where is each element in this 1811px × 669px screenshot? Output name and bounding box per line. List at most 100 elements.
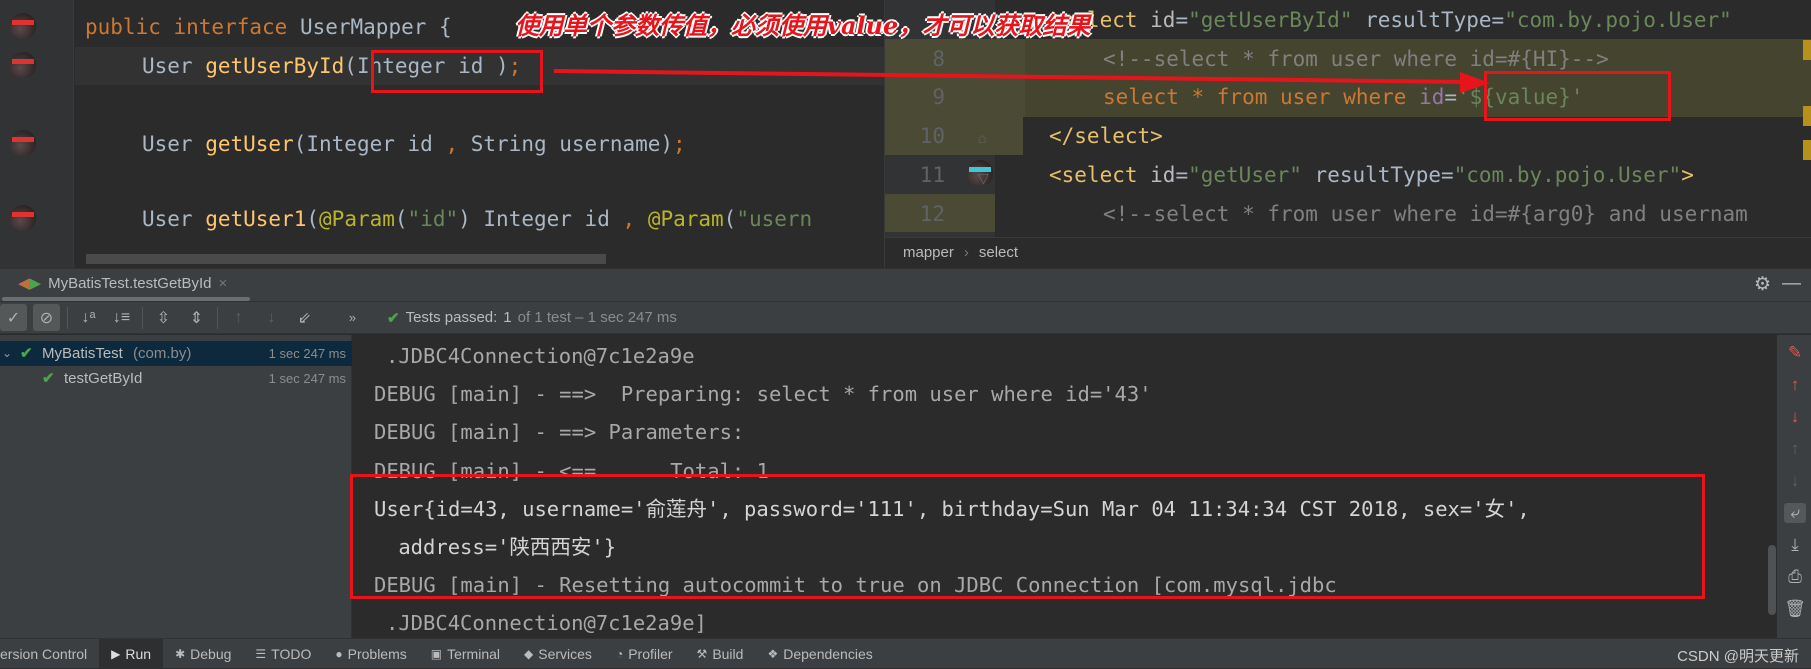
watermark: CSDN @明天更新 (1677, 648, 1799, 665)
tab-label: Dependencies (783, 645, 873, 662)
toolbar-tab-terminal[interactable]: ▣ Terminal (419, 639, 512, 669)
code-token: User (142, 207, 206, 231)
tab-label: Build (712, 645, 744, 662)
line-number: 12 (919, 201, 945, 226)
tab-label: TODO (271, 645, 312, 662)
sort-by-duration-button[interactable]: ↓≡ (108, 304, 135, 331)
test-run-icon: ◀▶ (18, 275, 42, 292)
toolbar-tab-ersion-control[interactable]: ersion Control (0, 639, 99, 669)
code-token: ( (394, 207, 408, 231)
tool-window-tabs: ◀▶ MyBatisTest.testGetById × ⚙ — (0, 268, 1811, 301)
sort-alphabetically-button[interactable]: ↓ᵃ (75, 304, 102, 331)
divider (217, 306, 218, 329)
gear-icon[interactable]: ⚙ (1754, 273, 1771, 296)
annotation-arrow (553, 69, 1490, 93)
horizontal-scrollbar[interactable] (86, 254, 606, 264)
services-icon: ◆ (524, 646, 534, 661)
tab-label: Problems (347, 645, 407, 662)
tab-label: Services (538, 645, 592, 662)
tab-label: MyBatisTest.testGetById (48, 274, 212, 292)
chevron-right-icon: › (963, 244, 969, 261)
close-icon[interactable]: × (218, 275, 227, 292)
code-token: ) Integer id (458, 207, 623, 231)
console-line: DEBUG [main] - ==> Preparing: select * f… (374, 382, 1152, 407)
tool-window-bar: ersion Control ▶ Run ✱ Debug ☰ TODO ● Problems ▣ T… (0, 638, 1811, 669)
status-detail: of 1 test – 1 sec 247 ms (517, 309, 677, 326)
console-line: .JDBC4Connection@7c1e2a9e] (386, 611, 707, 636)
toolbar-tab-services[interactable]: ◆ Services (512, 639, 604, 669)
tree-item-method[interactable]: ✔ testGetById 1 sec 247 ms (0, 366, 352, 391)
code-line[interactable]: <!--select * from user where id=#{arg0} … (1103, 195, 1748, 233)
console-line: .JDBC4Connection@7c1e2a9e (386, 344, 695, 368)
terminal-icon: ▣ (430, 646, 443, 661)
chevron-down-icon[interactable]: ⌄ (2, 341, 12, 366)
tree-item-class[interactable]: ⌄ ✔ MyBatisTest (com.by) 1 sec 247 ms (0, 341, 352, 366)
passed-count: 1 (503, 309, 512, 326)
show-ignored-button[interactable]: ⊘ (33, 304, 60, 331)
code-token: ( (723, 207, 737, 231)
tab-label: ersion Control (0, 645, 88, 662)
tab-label: Debug (190, 645, 232, 662)
toolbar-tab-build[interactable]: ⚒ Build (685, 639, 756, 669)
edit-config-icon[interactable]: ✎ (1784, 343, 1806, 363)
code-line[interactable]: User getUser1(@Param("id") Integer id , … (142, 200, 812, 238)
tree-package: (com.by) (133, 345, 192, 362)
soft-wrap-icon[interactable]: ⤶ (1784, 503, 1806, 523)
up-arrow-icon[interactable]: ↑ (1784, 439, 1806, 459)
annotation-box-result (350, 474, 1705, 599)
mybatis-navigate-icon[interactable] (10, 205, 36, 231)
list-icon: ☰ (255, 646, 267, 661)
toolbar-tab-todo[interactable]: ☰ TODO (243, 639, 323, 669)
previous-failed-button[interactable]: ↑ (225, 304, 252, 331)
tab-run-config[interactable]: ◀▶ MyBatisTest.testGetById × (18, 274, 227, 293)
scroll-to-end-icon[interactable]: ⤓ (1784, 535, 1806, 555)
trash-icon[interactable]: 🗑 (1784, 599, 1806, 619)
toolbar-tab-problems[interactable]: ● Problems (323, 639, 418, 669)
tab-label: Profiler (628, 645, 673, 662)
console-side-toolbar: ✎ ↑ ↓ ↑ ↓ ⤶ ⤓ ⎙ 🗑 (1777, 335, 1811, 638)
dependencies-icon: ❖ (767, 646, 779, 661)
check-icon: ✔ (42, 370, 55, 387)
tree-label: MyBatisTest (42, 345, 123, 362)
code-token: "usern (736, 207, 813, 231)
divider (142, 306, 143, 329)
code-token: "id" (407, 207, 459, 231)
down-arrow-icon[interactable]: ↓ (1784, 407, 1806, 427)
code-token: getUser1 (205, 207, 307, 231)
breadcrumb-item[interactable]: mapper (903, 244, 954, 261)
test-tree: ⌄ ✔ MyBatisTest (com.by) 1 sec 247 ms ✔ … (0, 335, 352, 638)
tree-time: 1 sec 247 ms (268, 346, 346, 361)
check-icon: ✔ (20, 345, 33, 362)
toolbar-tab-profiler[interactable]: ◔ Profiler (604, 639, 685, 669)
print-icon[interactable]: ⎙ (1784, 567, 1806, 587)
import-tests-button[interactable]: ⇙ (291, 304, 318, 331)
bug-icon: ✱ (175, 646, 186, 661)
tree-time: 1 sec 247 ms (268, 371, 346, 386)
code-token: , (622, 207, 636, 231)
up-arrow-icon[interactable]: ↑ (1784, 375, 1806, 395)
minimize-icon[interactable]: — (1782, 273, 1801, 295)
hammer-icon: ⚒ (696, 646, 708, 661)
run-icon: ▶ (111, 646, 121, 661)
console-line: DEBUG [main] - ==> Parameters: (374, 420, 757, 445)
more-icon[interactable]: » (339, 304, 366, 331)
expand-all-button[interactable]: ⇳ (150, 304, 177, 331)
tree-label: testGetById (64, 370, 143, 387)
profiler-icon: ◔ (615, 646, 624, 661)
toolbar-tab-run[interactable]: ▶ Run (99, 638, 164, 669)
check-icon: ✔ (387, 309, 400, 327)
toolbar-tab-dependencies[interactable]: ❖ Dependencies (755, 639, 884, 669)
code-token: @Param (647, 207, 724, 231)
show-passed-button[interactable]: ✓ (0, 304, 27, 331)
run-toolbar: ✓ ⊘ ↓ᵃ ↓≡ ⇳ ⇕ ↑ ↓ ⇙ » ✔ Tests passed: 1 … (0, 301, 1811, 334)
down-arrow-icon[interactable]: ↓ (1784, 471, 1806, 491)
vertical-scrollbar[interactable] (1768, 545, 1776, 615)
tab-label: Run (125, 645, 152, 662)
breadcrumb-item[interactable]: select (979, 244, 1018, 261)
code-token: @Param (319, 207, 395, 231)
status-prefix: Tests passed: (405, 309, 498, 326)
collapse-all-button[interactable]: ⇕ (183, 304, 210, 331)
next-failed-button[interactable]: ↓ (258, 304, 285, 331)
toolbar-tab-debug[interactable]: ✱ Debug (163, 639, 243, 669)
code-token: ( (306, 207, 320, 231)
